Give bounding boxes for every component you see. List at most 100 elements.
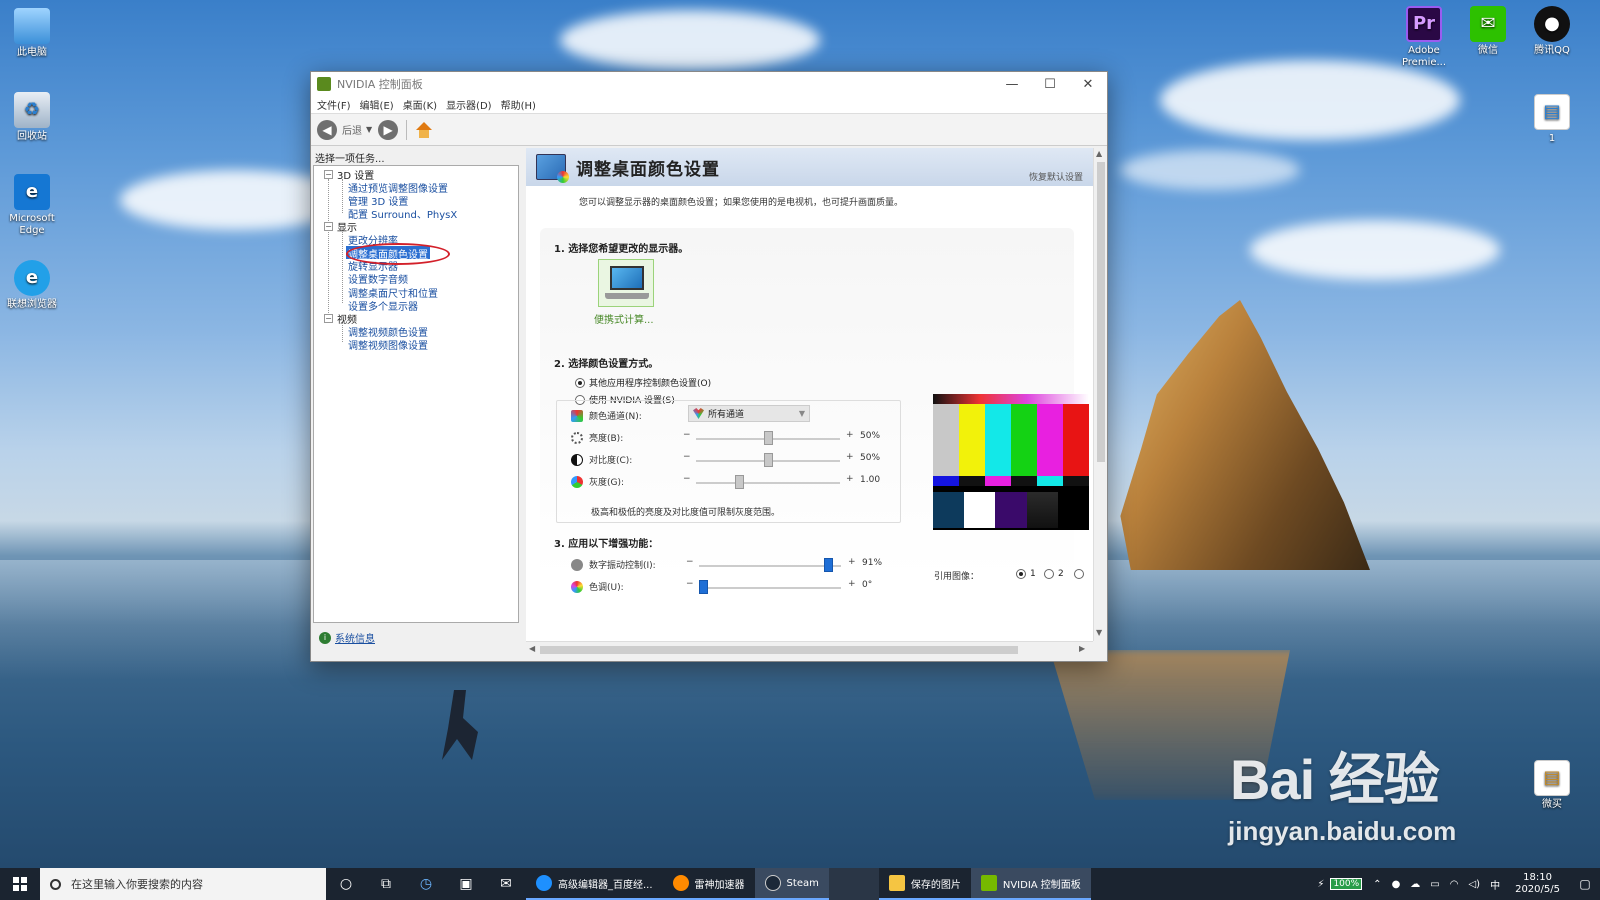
brightness-thumb[interactable] bbox=[764, 431, 773, 445]
menu-edit[interactable]: 编辑(E) bbox=[360, 97, 394, 112]
tree-item-preview-image[interactable]: 通过预览调整图像设置 bbox=[348, 180, 448, 195]
desktop-icon-lenovo-browser[interactable]: e 联想浏览器 bbox=[0, 260, 64, 311]
menu-help[interactable]: 帮助(H) bbox=[501, 97, 536, 112]
tree-item-surround-physx[interactable]: 配置 Surround、PhysX bbox=[348, 206, 457, 221]
hue-thumb[interactable] bbox=[699, 580, 708, 594]
radio-dot[interactable] bbox=[1016, 569, 1026, 579]
taskbar-app-nvidia[interactable]: NVIDIA 控制面板 bbox=[970, 868, 1091, 900]
notification-icon[interactable]: ▢ bbox=[1570, 877, 1600, 891]
contrast-decrease[interactable]: − bbox=[683, 452, 691, 462]
desktop-icon-edge[interactable]: e Microsoft Edge bbox=[0, 174, 64, 237]
collapse-icon[interactable]: − bbox=[324, 314, 333, 323]
contrast-thumb[interactable] bbox=[764, 453, 773, 467]
ime-indicator[interactable]: 中 bbox=[1490, 877, 1500, 892]
gamma-increase[interactable]: + bbox=[846, 474, 854, 484]
taskbar-app-baidu-editor[interactable]: 高级编辑器_百度经... bbox=[526, 868, 663, 900]
ref-radio-3[interactable] bbox=[1074, 569, 1088, 579]
taskbar-blank-slot[interactable] bbox=[828, 868, 879, 900]
minimize-button[interactable]: — bbox=[993, 72, 1031, 96]
show-hidden-icons[interactable]: ⌃ bbox=[1373, 879, 1381, 890]
taskbar-app-steam[interactable]: Steam bbox=[754, 868, 829, 900]
vibrance-thumb[interactable] bbox=[824, 558, 834, 572]
search-placeholder[interactable]: 在这里输入你要搜索的内容 bbox=[71, 876, 203, 892]
back-label[interactable]: 后退 bbox=[342, 122, 362, 137]
vertical-scroll-thumb[interactable] bbox=[1097, 162, 1105, 462]
desktop-icon-file-1[interactable]: ▤ 1 bbox=[1520, 94, 1584, 145]
desktop-icon-recycle-bin[interactable]: ♻ 回收站 bbox=[0, 92, 64, 143]
tree-item-video-image[interactable]: 调整视频图像设置 bbox=[348, 337, 428, 352]
scroll-up-icon[interactable]: ▲ bbox=[1096, 149, 1102, 158]
scroll-down-icon[interactable]: ▼ bbox=[1096, 628, 1102, 637]
desktop-icon-wechat[interactable]: ✉ 微信 bbox=[1456, 6, 1520, 57]
maximize-button[interactable]: ☐ bbox=[1031, 72, 1069, 96]
desktop-icon-qq[interactable]: ● 腾讯QQ bbox=[1520, 6, 1584, 57]
laptop-monitor-tile[interactable] bbox=[598, 259, 654, 307]
gamma-decrease[interactable]: − bbox=[683, 474, 691, 484]
tree-item-desktop-size[interactable]: 调整桌面尺寸和位置 bbox=[348, 285, 438, 300]
restore-defaults-link[interactable]: 恢复默认设置 bbox=[1029, 170, 1083, 183]
start-button[interactable] bbox=[0, 868, 40, 900]
tree-item-multi-display[interactable]: 设置多个显示器 bbox=[348, 298, 418, 313]
tree-item-video-color[interactable]: 调整视频颜色设置 bbox=[348, 324, 428, 339]
tree-item-manage-3d[interactable]: 管理 3D 设置 bbox=[348, 193, 408, 208]
wifi-icon[interactable]: ◠ bbox=[1450, 879, 1459, 890]
desktop-icon-premiere[interactable]: Pr Adobe Premie... bbox=[1392, 6, 1456, 69]
vibrance-increase[interactable]: + bbox=[848, 557, 856, 567]
collapse-icon[interactable]: − bbox=[324, 170, 333, 179]
close-button[interactable]: ✕ bbox=[1069, 72, 1107, 96]
ref-radio-2[interactable]: 2 bbox=[1044, 569, 1064, 579]
menu-display[interactable]: 显示器(D) bbox=[446, 97, 492, 112]
brightness-decrease[interactable]: − bbox=[683, 430, 691, 440]
ref-radio-1[interactable]: 1 bbox=[1016, 569, 1036, 579]
mail-icon[interactable]: ✉ bbox=[486, 868, 526, 900]
vibrance-decrease[interactable]: − bbox=[686, 557, 694, 567]
radio-dot[interactable] bbox=[1044, 569, 1054, 579]
collapse-icon[interactable]: − bbox=[324, 222, 333, 231]
contrast-slider[interactable] bbox=[696, 453, 840, 467]
brightness-slider[interactable] bbox=[696, 431, 840, 445]
radio-other-apps[interactable]: 其他应用程序控制颜色设置(O) bbox=[575, 376, 711, 389]
forward-arrow-icon[interactable]: ▶ bbox=[378, 119, 399, 140]
scroll-right-icon[interactable]: ▶ bbox=[1079, 644, 1085, 653]
desktop-icon-weimai[interactable]: ▤ 微买 bbox=[1520, 760, 1584, 811]
horizontal-scrollbar[interactable]: ◀ ▶ bbox=[526, 641, 1093, 657]
taskbar-app-saved-pictures[interactable]: 保存的图片 bbox=[878, 868, 971, 900]
contrast-increase[interactable]: + bbox=[846, 452, 854, 462]
desktop-icon-this-pc[interactable]: 此电脑 bbox=[0, 8, 64, 59]
menu-desktop[interactable]: 桌面(K) bbox=[403, 97, 437, 112]
hue-slider[interactable] bbox=[699, 580, 841, 594]
vertical-scrollbar[interactable]: ▲ ▼ bbox=[1093, 148, 1107, 641]
battery-indicator[interactable]: 100% bbox=[1330, 878, 1363, 890]
back-arrow-icon[interactable]: ◀ bbox=[317, 119, 337, 140]
clock-app-icon[interactable]: ◷ bbox=[406, 868, 446, 900]
gamma-slider[interactable] bbox=[696, 475, 840, 489]
cortana-icon[interactable]: ○ bbox=[326, 868, 366, 900]
brightness-increase[interactable]: + bbox=[846, 430, 854, 440]
radio-dot[interactable] bbox=[575, 377, 585, 388]
tree-item-digital-audio[interactable]: 设置数字音频 bbox=[348, 271, 408, 286]
title-bar[interactable]: NVIDIA 控制面板 — ☐ ✕ bbox=[311, 72, 1107, 96]
system-info-link[interactable]: i 系统信息 bbox=[319, 630, 375, 645]
back-dropdown-icon[interactable]: ▼ bbox=[366, 125, 372, 134]
task-view-icon[interactable]: ⧉ bbox=[366, 868, 406, 900]
battery-icon[interactable]: ▭ bbox=[1430, 879, 1439, 890]
gamma-thumb[interactable] bbox=[735, 475, 745, 489]
taskbar-search[interactable]: 在这里输入你要搜索的内容 bbox=[40, 868, 326, 900]
horizontal-scroll-thumb[interactable] bbox=[540, 646, 1018, 654]
menu-file[interactable]: 文件(F) bbox=[317, 97, 351, 112]
radio-dot[interactable] bbox=[1074, 569, 1084, 579]
clock[interactable]: 18:10 2020/5/5 bbox=[1515, 872, 1560, 896]
vibrance-slider[interactable] bbox=[699, 558, 841, 572]
home-icon[interactable] bbox=[415, 121, 433, 138]
cloud-icon[interactable]: ☁ bbox=[1410, 879, 1420, 890]
volume-icon[interactable]: ◁) bbox=[1468, 879, 1480, 890]
plug-icon[interactable]: ⚡ bbox=[1317, 879, 1324, 890]
qq-tray-icon[interactable]: ● bbox=[1392, 879, 1401, 890]
channel-select[interactable]: 所有通道 ▼ bbox=[688, 405, 810, 422]
scroll-left-icon[interactable]: ◀ bbox=[529, 644, 535, 653]
taskbar-app-leishen[interactable]: 雷神加速器 bbox=[662, 868, 755, 900]
hue-increase[interactable]: + bbox=[848, 579, 856, 589]
store-icon[interactable]: ▣ bbox=[446, 868, 486, 900]
system-info-label[interactable]: 系统信息 bbox=[335, 630, 375, 645]
monitor-label[interactable]: 便携式计算... bbox=[594, 311, 654, 326]
